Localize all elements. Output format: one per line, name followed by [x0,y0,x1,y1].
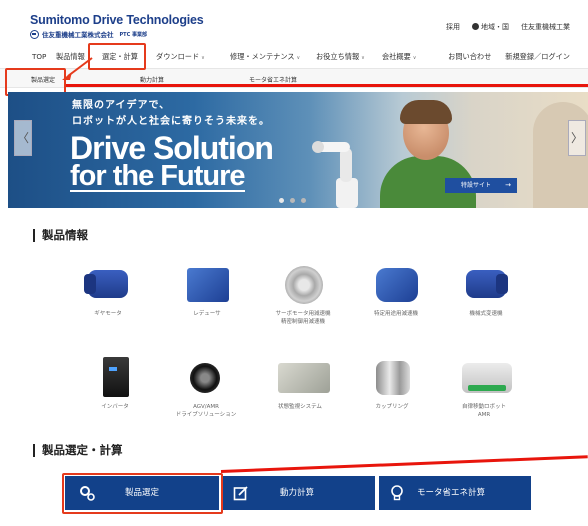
chevron-down-icon: ∨ [412,55,417,61]
nav-resources-label: お役立ち情報 [316,52,360,61]
energy-calc-button[interactable]: モータ省エネ計算 [379,476,531,510]
product-label: サーボモータ用減速機 精密制御用減速機 [275,311,331,325]
product-label: カップリング [375,404,409,410]
company-mark-icon [30,29,39,39]
amr-robot-icon [460,355,512,399]
reducer-icon [183,262,231,306]
product-label: 特定用途用減速機 [373,311,418,317]
product-agv-drive[interactable]: AGV/AMR ドライブソリューション [166,355,246,419]
subnav-item-energy-calc[interactable]: モータ省エネ計算 [249,75,297,84]
energy-calc-label: モータ省エネ計算 [417,488,486,498]
coupling-icon [368,355,416,399]
banner-next-button[interactable]: 〉 [568,120,586,156]
carousel-dot[interactable] [301,198,306,203]
parent-company-link[interactable]: 住友重機械工業 [521,22,570,32]
product-label: 機械式変速機 [469,311,503,317]
banner-tagline-2: ロボットが人と社会に寄りそう未来を。 [72,116,270,127]
power-calc-button[interactable]: 動力計算 [223,476,375,510]
product-label: ギヤモータ [94,311,122,317]
monitoring-system-icon [276,355,330,399]
servo-reducer-icon [279,262,327,306]
nav-item-top[interactable]: TOP [32,52,56,62]
region-link[interactable]: 地域・国 [472,22,509,32]
hero-banner[interactable]: 無限のアイデアで、 ロボットが人と社会に寄りそう未来を。 Drive Solut… [8,92,588,208]
logo-division: PTC 事業部 [119,31,148,38]
product-label: レデューサ [193,311,221,317]
utility-links: 採用 地域・国 住友重機械工業 [446,22,570,32]
chevron-down-icon: ∨ [201,55,205,61]
region-link-label: 地域・国 [481,23,509,31]
special-reducer-icon [372,262,420,306]
products-section-title: 製品情報 [33,229,88,242]
gearmotor-icon [84,262,132,306]
site-logo[interactable]: Sumitomo Drive Technologies 住友重機械工業株式会社 … [30,13,204,39]
power-calc-label: 動力計算 [280,488,315,498]
product-inverter[interactable]: インバータ [75,355,155,411]
inverter-icon [91,355,139,399]
highlight-nav-selection [88,43,146,70]
product-reducer[interactable]: レデューサ [167,262,247,318]
product-servo-reducer[interactable]: サーボモータ用減速機 精密制御用減速機 [258,262,348,326]
product-special-reducer[interactable]: 特定用途用減速機 [353,262,439,318]
product-label: インバータ [101,404,129,410]
product-monitoring-system[interactable]: 状態監視システム [260,355,340,411]
bulb-icon [391,485,403,501]
logo-wordmark: Sumitomo Drive Technologies [30,13,204,27]
chevron-down-icon: ∨ [361,55,365,61]
product-mechanical-transmission[interactable]: 機械式変速機 [446,262,526,318]
contact-link[interactable]: お問い合わせ [448,52,491,62]
banner-title-2: for the Future [70,160,245,192]
carousel-dot[interactable] [279,198,284,203]
edit-icon [233,486,248,501]
carousel-dot[interactable] [290,198,295,203]
product-label: 状態監視システム [278,404,322,410]
product-label: 自律移動ロボット AMR [461,404,506,418]
special-site-button[interactable]: 特設サイト [445,178,517,193]
banner-prev-button[interactable]: 〈 [14,120,32,156]
nav-item-maintenance[interactable]: 修理・メンテナンス ∨ [230,52,316,62]
recruit-link[interactable]: 採用 [446,22,460,32]
subnav-item-power-calc[interactable]: 動力計算 [140,75,164,84]
annotation-arrow [62,57,93,80]
logo-company: 住友重機械工業株式会社 [42,31,114,39]
nav-maintenance-label: 修理・メンテナンス [230,52,295,61]
selection-section-title: 製品選定・計算 [33,444,123,457]
product-label: AGV/AMR ドライブソリューション [175,404,237,418]
nav-item-resources[interactable]: お役立ち情報 ∨ [316,52,382,62]
nav-right-links: お問い合わせ 新規登録／ログイン [448,52,570,62]
child-hair [400,100,452,124]
nav-download-label: ダウンロード [156,52,200,61]
banner-tagline-1: 無限のアイデアで、 [72,100,171,111]
nav-company-label: 会社概要 [382,52,411,61]
agv-drive-icon [182,355,230,399]
globe-icon [472,23,479,30]
robot-arm-image [312,141,358,208]
chevron-down-icon: ∨ [296,55,301,61]
product-amr-robot[interactable]: 自律移動ロボット AMR [444,355,524,419]
product-coupling[interactable]: カップリング [352,355,432,411]
register-login-link[interactable]: 新規登録／ログイン [505,52,570,62]
nav-item-download[interactable]: ダウンロード ∨ [156,52,230,62]
carousel-dots [279,198,306,203]
annotation-line-bottom [220,455,588,473]
annotation-line-top [66,84,588,87]
highlight-product-selection-button [62,473,223,514]
product-gearmotor[interactable]: ギヤモータ [68,262,148,318]
nav-item-company[interactable]: 会社概要 ∨ [382,52,432,62]
mechanical-transmission-icon [462,262,510,306]
